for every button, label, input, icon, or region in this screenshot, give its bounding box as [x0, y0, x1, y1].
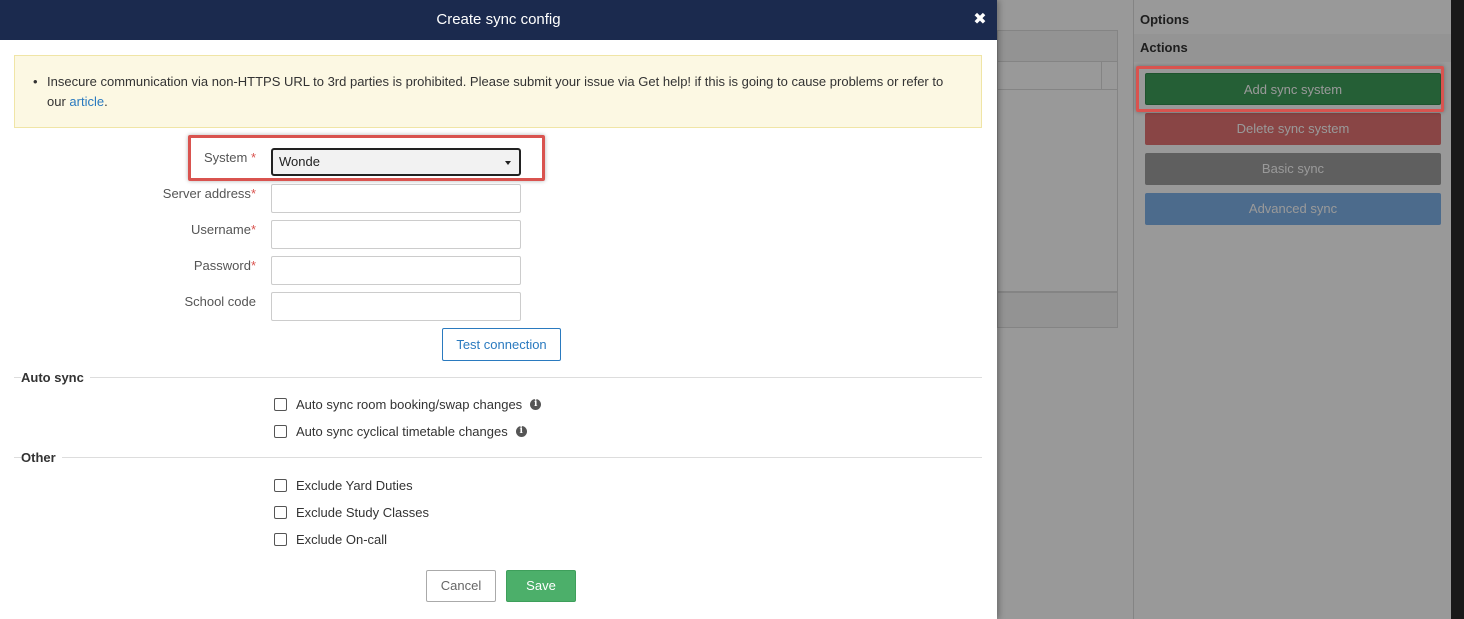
password-input[interactable]	[271, 256, 521, 285]
school-code-input[interactable]	[271, 292, 521, 321]
modal-title: Create sync config	[436, 11, 561, 28]
required-marker: *	[250, 222, 256, 237]
server-address-label: Server address*	[163, 186, 256, 201]
exclude-yard-duties-option[interactable]: Exclude Yard Duties	[274, 476, 413, 494]
alert-suffix: .	[104, 94, 108, 109]
checkbox-label: Auto sync room booking/swap changes	[296, 396, 523, 412]
server-address-label-text: Server address	[162, 186, 251, 201]
annotation-highlight-system	[188, 135, 545, 181]
checkbox-label: Exclude Study Classes	[296, 504, 429, 520]
checkbox-label: Exclude On-call	[296, 531, 388, 547]
username-row: Username*	[0, 220, 997, 250]
username-label: Username*	[191, 222, 256, 237]
other-title: Other	[21, 450, 62, 465]
school-code-label-text: School code	[184, 294, 256, 309]
modal-header: Create sync config ✖	[0, 0, 997, 40]
required-marker: *	[250, 258, 256, 273]
checkbox-label: Exclude Yard Duties	[296, 477, 413, 493]
section-divider	[14, 377, 982, 378]
checkbox[interactable]	[274, 532, 287, 546]
checkbox[interactable]	[274, 478, 287, 492]
username-label-text: Username	[190, 222, 251, 237]
username-input[interactable]	[271, 220, 521, 249]
checkbox[interactable]	[274, 505, 287, 519]
create-sync-config-modal: Create sync config ✖ • Insecure communic…	[0, 0, 997, 619]
cancel-button[interactable]: Cancel	[426, 570, 496, 602]
alert-bullet: •	[33, 74, 38, 89]
article-link[interactable]: article	[69, 94, 104, 109]
close-icon[interactable]: ✖	[971, 0, 989, 40]
test-connection-button[interactable]: Test connection	[442, 328, 561, 361]
auto-sync-title: Auto sync	[21, 370, 90, 385]
server-address-input[interactable]	[271, 184, 521, 213]
annotation-highlight-add-button	[1136, 66, 1444, 112]
password-label: Password*	[194, 258, 256, 273]
checkbox[interactable]	[274, 397, 287, 411]
auto-sync-cyclical-option[interactable]: Auto sync cyclical timetable changes i	[274, 422, 527, 440]
password-row: Password*	[0, 256, 997, 286]
password-label-text: Password	[193, 258, 251, 273]
exclude-study-classes-option[interactable]: Exclude Study Classes	[274, 503, 429, 521]
checkbox[interactable]	[274, 424, 287, 438]
info-icon[interactable]: i	[515, 425, 527, 437]
save-button[interactable]: Save	[506, 570, 576, 602]
auto-sync-room-booking-option[interactable]: Auto sync room booking/swap changes i	[274, 395, 542, 413]
required-marker: *	[250, 186, 256, 201]
exclude-on-call-option[interactable]: Exclude On-call	[274, 530, 387, 548]
server-address-row: Server address*	[0, 184, 997, 214]
section-divider	[14, 457, 982, 458]
info-icon[interactable]: i	[530, 398, 542, 410]
warning-alert: • Insecure communication via non-HTTPS U…	[14, 55, 982, 128]
checkbox-label: Auto sync cyclical timetable changes	[296, 423, 508, 439]
alert-text: Insecure communication via non-HTTPS URL…	[47, 74, 944, 109]
school-code-row: School code	[0, 292, 997, 322]
school-code-label: School code	[184, 294, 256, 309]
